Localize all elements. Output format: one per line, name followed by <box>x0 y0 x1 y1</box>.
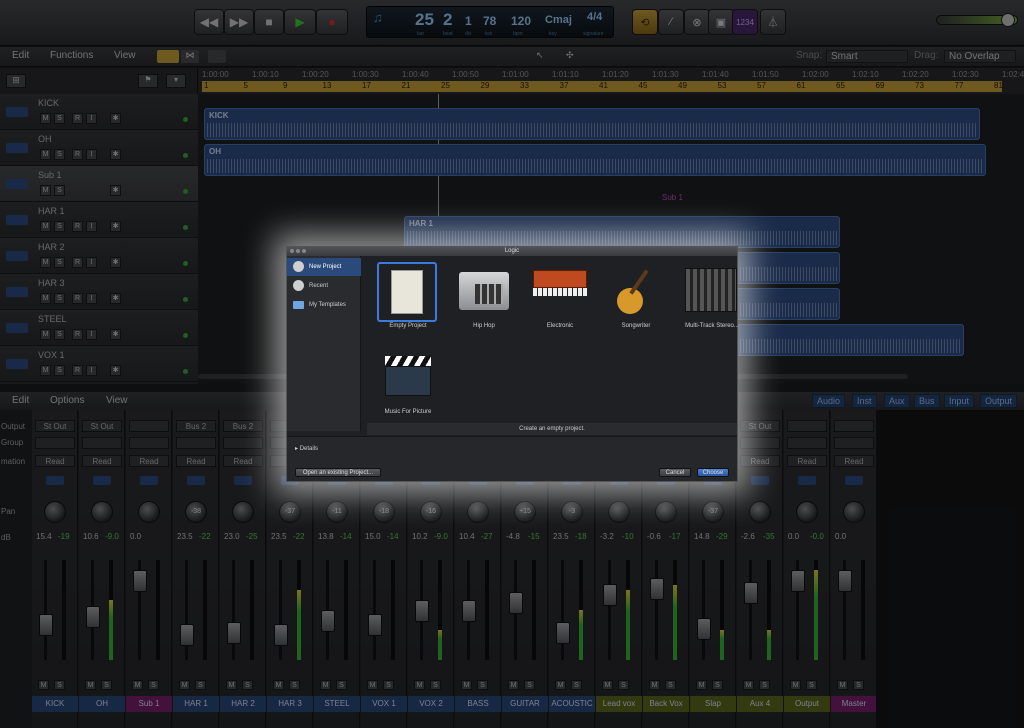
template-music-for-picture[interactable]: Music For Picture <box>367 346 437 428</box>
new-project-icon <box>293 261 304 272</box>
minimize-window-icon[interactable] <box>296 249 300 253</box>
template-hip-hop[interactable]: Hip Hop <box>443 260 513 342</box>
dialog-title: Logic <box>287 247 737 256</box>
template-description: Create an empty project. <box>367 423 737 435</box>
folder-icon <box>293 301 304 309</box>
details-label: Details <box>299 446 319 452</box>
choose-button[interactable]: Choose <box>697 468 729 477</box>
template-label: Empty Project <box>389 323 427 329</box>
cancel-button[interactable]: Cancel <box>659 468 691 477</box>
template-label: Hip Hop <box>473 323 495 329</box>
close-window-icon[interactable] <box>290 249 294 253</box>
template-label: Multi-Track Stereo... <box>685 323 739 329</box>
template-electronic[interactable]: Electronic <box>519 260 589 342</box>
drum-machine-icon <box>455 262 513 320</box>
details-disclosure[interactable]: ▸ Details <box>295 445 318 452</box>
template-grid: Empty Project Hip Hop Electronic Songwri… <box>367 260 739 420</box>
template-multi-track[interactable]: Multi-Track Stereo... <box>671 260 741 342</box>
template-label: Songwriter <box>621 323 651 329</box>
sidebar-item-label: My Templates <box>309 302 346 308</box>
guitar-icon <box>607 262 665 320</box>
empty-project-icon <box>377 262 437 322</box>
template-label: Electronic <box>546 323 574 329</box>
template-chooser-dialog: Logic New Project Recent My Templates Em… <box>286 246 739 482</box>
mixer-console-icon <box>683 262 741 320</box>
dialog-footer: ▸ Details Open an existing Project... Ca… <box>287 436 737 481</box>
zoom-window-icon[interactable] <box>302 249 306 253</box>
sidebar-item-my-templates[interactable]: My Templates <box>287 296 361 314</box>
template-empty-project[interactable]: Empty Project <box>367 260 437 342</box>
sidebar-item-recent[interactable]: Recent <box>287 277 361 295</box>
clock-icon <box>293 280 304 291</box>
open-existing-button[interactable]: Open an existing Project... <box>295 468 381 477</box>
sidebar-item-label: Recent <box>309 283 329 289</box>
sidebar-item-new-project[interactable]: New Project <box>287 258 361 276</box>
clapperboard-icon <box>379 348 437 406</box>
sidebar-item-label: New Project <box>309 264 342 270</box>
template-songwriter[interactable]: Songwriter <box>595 260 665 342</box>
dialog-sidebar: New Project Recent My Templates <box>287 256 361 431</box>
template-label: Music For Picture <box>384 409 432 415</box>
synthesizer-icon <box>531 262 589 320</box>
